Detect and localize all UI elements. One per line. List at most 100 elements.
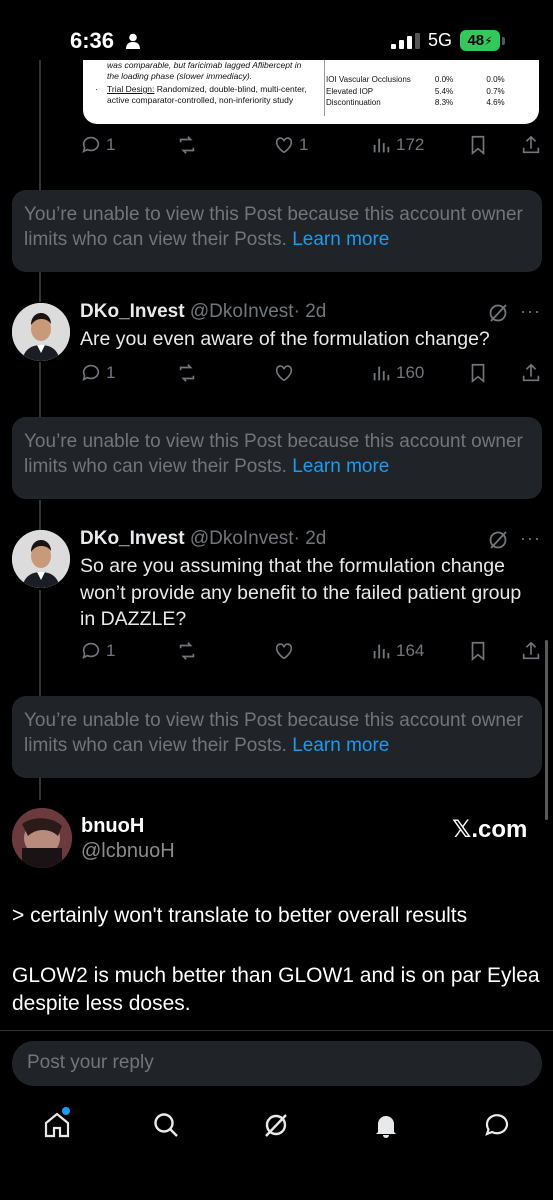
divider [0, 1030, 553, 1031]
bookmark-icon [471, 363, 485, 384]
battery-level: 48 [467, 32, 485, 49]
share-button[interactable] [520, 362, 542, 384]
network-label: 5G [428, 30, 453, 50]
repost-icon [179, 364, 195, 382]
restricted-text: You’re unable to view this Post because … [24, 204, 523, 250]
grok-icon[interactable] [487, 529, 509, 551]
avatar[interactable] [12, 530, 70, 588]
repost-icon [179, 136, 195, 154]
image-line: was comparable, but faricimab lagged Afl… [107, 60, 302, 70]
image-line: the loading phase (slower immediacy). [107, 71, 253, 81]
avatar-image [12, 530, 70, 588]
share-icon [522, 641, 540, 660]
author-handle[interactable]: @DkoInvest [190, 301, 294, 322]
restricted-post: You’re unable to view this Post because … [12, 696, 542, 778]
avatar-image [12, 808, 72, 868]
like-button[interactable] [273, 362, 295, 384]
image-table-row: Discontinuation 8.3% 4.6% [326, 98, 505, 107]
views-icon [373, 138, 390, 153]
like-button[interactable]: 1 [273, 134, 308, 156]
notifications-icon[interactable] [371, 1110, 401, 1140]
repost-button[interactable] [176, 134, 198, 156]
post-actions: 1 1 172 [80, 134, 540, 164]
author-handle[interactable]: @DkoInvest [190, 528, 294, 549]
heart-icon [275, 643, 293, 660]
reply-button[interactable]: 1 [80, 640, 115, 662]
battery-indicator: 48⚡ [460, 30, 500, 51]
image-trial-text2: active comparator-controlled, non-inferi… [107, 95, 294, 105]
more-icon[interactable]: ··· [520, 301, 541, 322]
more-icon[interactable]: ··· [520, 528, 541, 549]
view-count: 160 [396, 363, 425, 382]
bookmark-button[interactable] [467, 134, 489, 156]
reply-count: 1 [106, 135, 116, 154]
signal-icon [391, 33, 420, 49]
scrollbar-thumb[interactable] [545, 640, 548, 820]
bottom-nav [0, 1100, 553, 1152]
image-divider [324, 60, 325, 116]
post-time: · 2d [293, 301, 327, 322]
grok-icon[interactable] [261, 1110, 291, 1140]
repost-icon [179, 642, 195, 660]
share-author-handle: @lcbnuoH [81, 840, 175, 862]
status-time: 6:36 [70, 28, 115, 53]
bookmark-button[interactable] [467, 362, 489, 384]
share-button[interactable] [520, 134, 542, 156]
author-name[interactable]: DKo_Invest [80, 301, 185, 322]
bookmark-button[interactable] [467, 640, 489, 662]
share-author-name: bnuoH [81, 815, 145, 837]
views-icon [373, 366, 390, 381]
bookmark-icon [471, 135, 485, 156]
reply-button[interactable]: 1 [80, 362, 115, 384]
tweet-header: DKo_Invest @DkoInvest· 2d [80, 301, 326, 323]
repost-button[interactable] [176, 640, 198, 662]
search-icon[interactable] [151, 1110, 181, 1140]
thread-line [39, 500, 41, 530]
thread-line [39, 272, 41, 302]
share-line-2: GLOW2 is much better than GLOW1 and is o… [12, 964, 540, 1015]
reply-icon [82, 364, 100, 381]
thread-line [39, 590, 41, 698]
reply-count: 1 [106, 363, 116, 382]
like-button[interactable] [273, 640, 295, 662]
post-actions: 1 160 [80, 362, 540, 392]
restricted-text: You’re unable to view this Post because … [24, 710, 523, 756]
views-button[interactable]: 172 [370, 134, 424, 156]
tweet-header: DKo_Invest @DkoInvest· 2d [80, 528, 326, 550]
notification-dot [62, 1107, 70, 1115]
restricted-post: You’re unable to view this Post because … [12, 417, 542, 499]
bookmark-icon [471, 641, 485, 662]
views-button[interactable]: 164 [370, 640, 424, 662]
share-button[interactable] [520, 640, 542, 662]
post-actions: 1 164 [80, 640, 540, 670]
x-logo-text: 𝕏.com [452, 816, 528, 843]
repost-button[interactable] [176, 362, 198, 384]
view-count: 164 [396, 641, 425, 660]
tweet-text: So are you assuming that the formulation… [80, 555, 522, 630]
reply-button[interactable]: 1 [80, 134, 115, 156]
learn-more-link[interactable]: Learn more [292, 735, 389, 756]
thread-line [39, 60, 41, 190]
image-trial-label: Trial Design: [107, 84, 155, 94]
reply-icon [82, 136, 100, 153]
reply-input[interactable]: Post your reply [12, 1041, 542, 1086]
thread-line [39, 362, 41, 417]
reply-icon [82, 642, 100, 659]
messages-icon[interactable] [482, 1110, 512, 1140]
image-table: IOI Vascular Occlusions 0.0% 0.0% Elevated… [326, 74, 526, 109]
image-trial-text: Randomized, double-blind, multi-center, [156, 84, 307, 94]
restricted-text: You’re unable to view this Post because … [24, 431, 523, 477]
author-name[interactable]: DKo_Invest [80, 528, 185, 549]
avatar[interactable] [12, 303, 70, 361]
restricted-post: You’re unable to view this Post because … [12, 190, 542, 272]
learn-more-link[interactable]: Learn more [292, 229, 389, 250]
share-icon [522, 363, 540, 382]
views-button[interactable]: 160 [370, 362, 424, 384]
heart-icon [275, 365, 293, 382]
learn-more-link[interactable]: Learn more [292, 456, 389, 477]
share-avatar [12, 808, 72, 868]
share-line-1: > certainly won't translate to better ov… [12, 904, 468, 927]
embedded-image[interactable]: was comparable, but faricimab lagged Afl… [83, 60, 539, 124]
views-icon [373, 644, 390, 659]
grok-icon[interactable] [487, 302, 509, 324]
